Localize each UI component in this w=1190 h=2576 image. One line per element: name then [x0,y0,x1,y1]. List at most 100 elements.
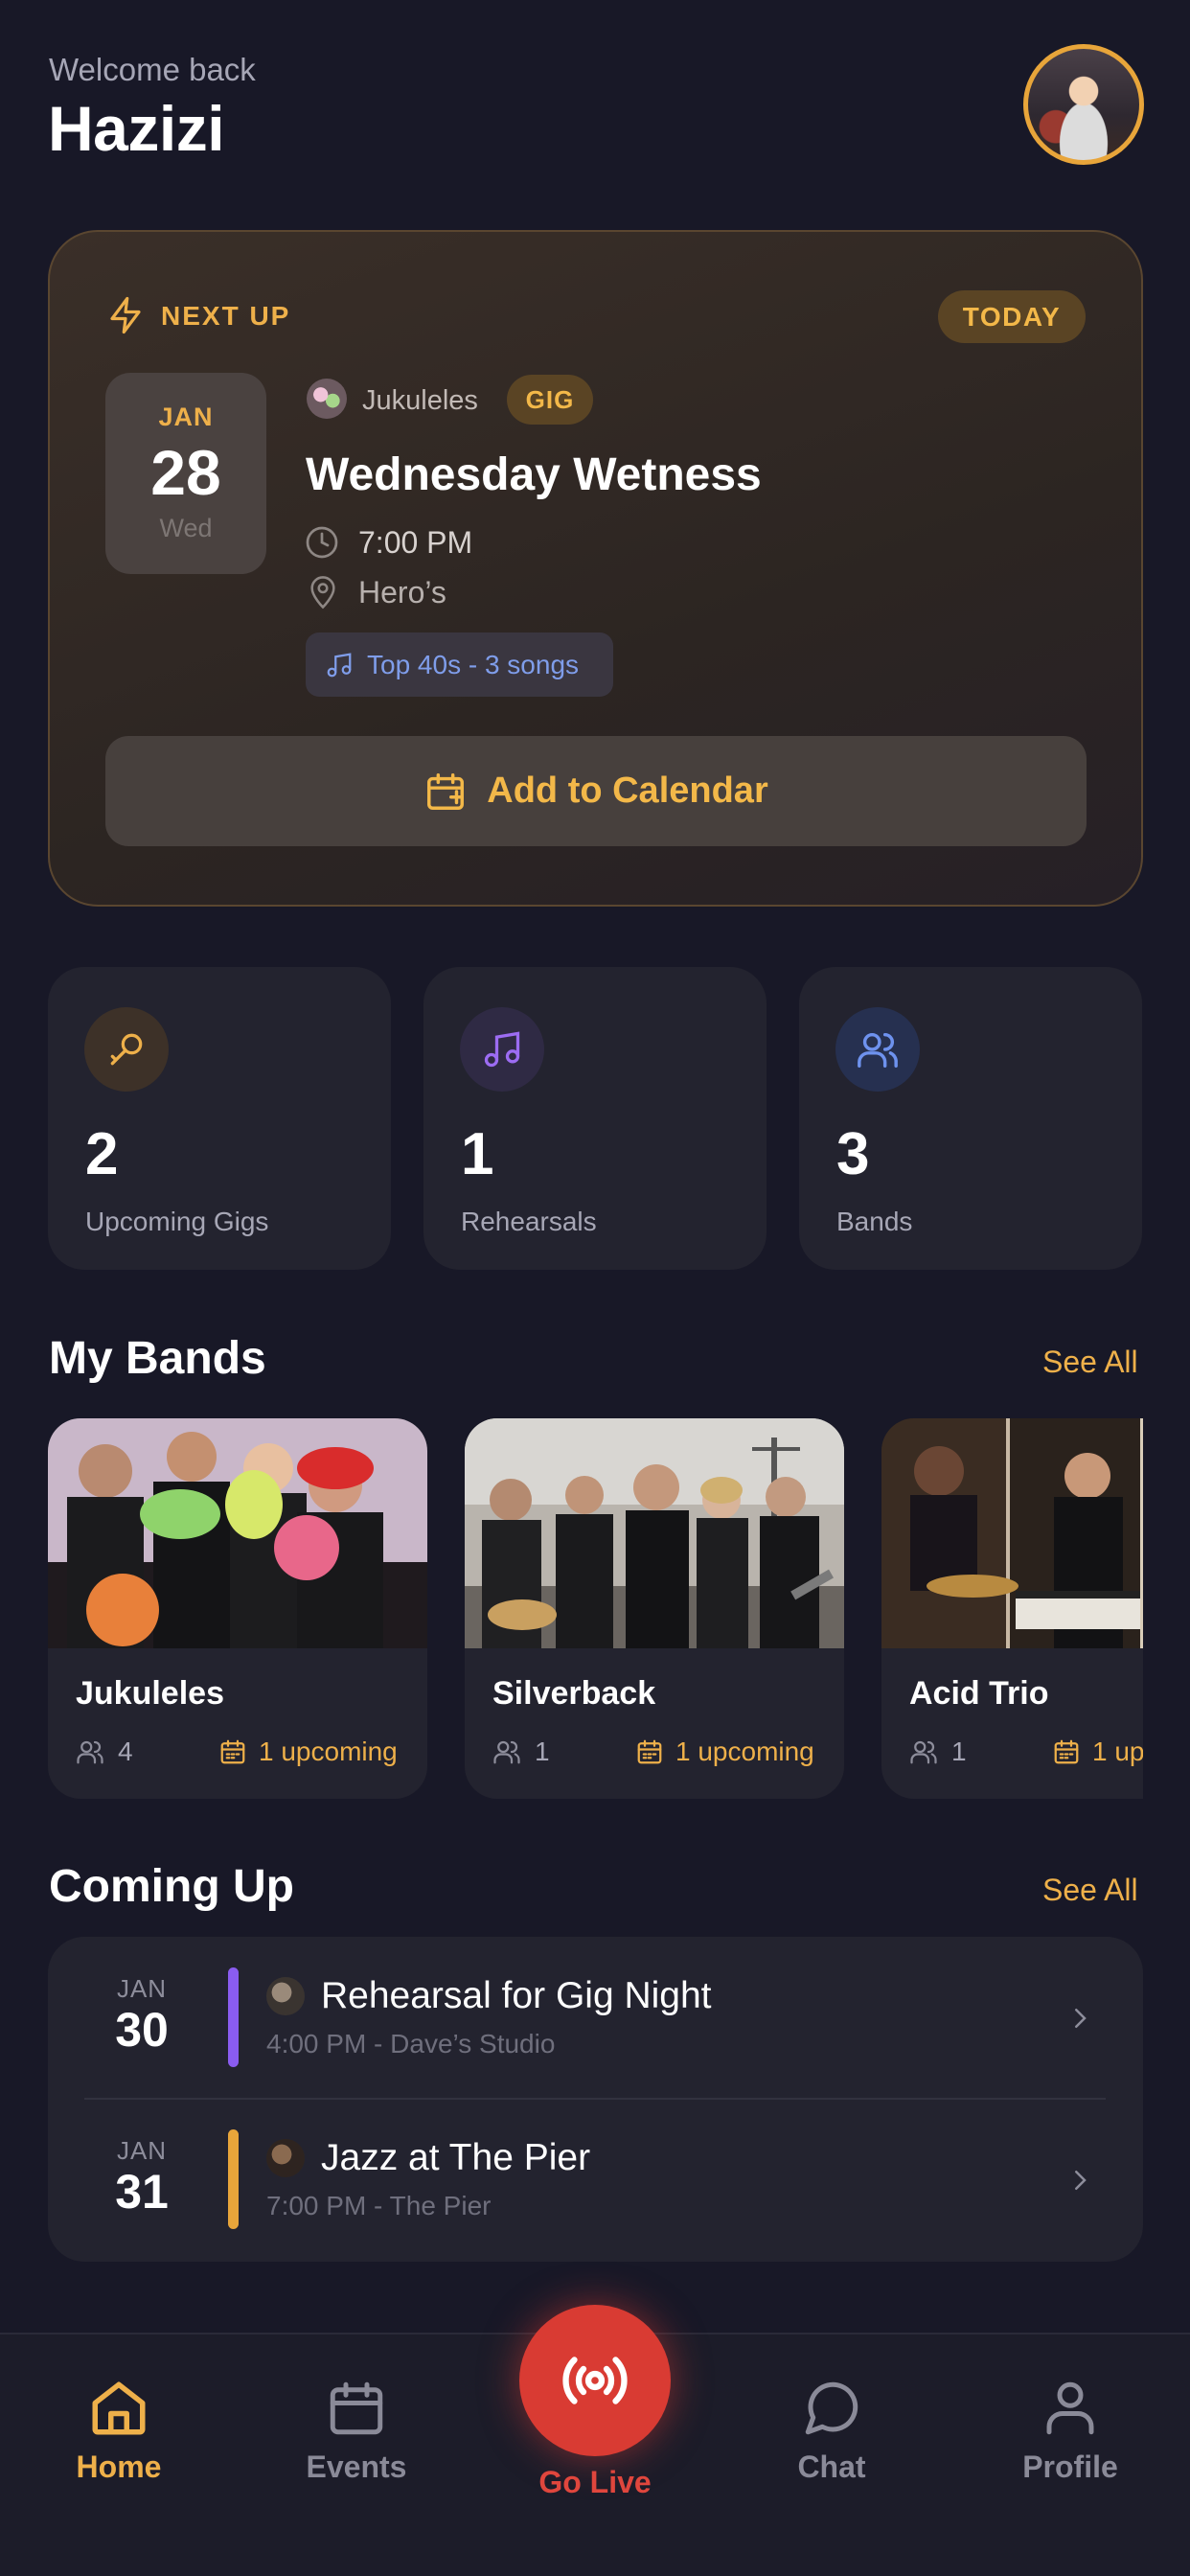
event-date-month: JAN [158,402,214,431]
stat-bands[interactable]: 3 Bands [799,967,1142,1270]
nav-chat-label: Chat [797,2450,866,2484]
users-icon [858,1032,898,1068]
add-to-calendar-button[interactable]: Add to Calendar [105,736,1087,846]
calendar-icon [220,1739,245,1764]
nav-profile[interactable]: Profile [994,2377,1147,2485]
location-pin-icon [310,576,335,610]
event-date-weekday: Wed [159,514,213,542]
band-members: 4 [76,1736,133,1767]
band-name: Acid Trio [909,1675,1049,1712]
event-type-bar [228,1967,239,2067]
mic-icon [110,1033,143,1066]
calendar-plus-icon [427,772,465,810]
band-upcoming-count: 1 upcoming [675,1736,814,1766]
setlist-chip[interactable]: Top 40s - 3 songs [306,632,613,697]
chevron-right-icon [1075,2171,1087,2190]
coming-up-see-all-link[interactable]: See All [1042,1873,1138,1908]
go-live-button[interactable] [519,2305,671,2456]
nav-events[interactable]: Events [280,2377,433,2485]
music-note-icon [327,652,352,677]
coming-up-item[interactable]: JAN 31 Jazz at The Pier 7:00 PM - The Pi… [48,2100,1143,2263]
event-date-day: 28 [150,437,221,508]
calendar-icon [637,1739,662,1764]
stat-upcoming-gigs[interactable]: 2 Upcoming Gigs [48,967,391,1270]
coming-up-item[interactable]: JAN 30 Rehearsal for Gig Night 4:00 PM -… [48,1937,1143,2100]
event-time: 7:00 PM [358,525,473,560]
event-band-avatar [266,1977,305,2015]
my-bands-see-all-link[interactable]: See All [1042,1345,1138,1380]
coming-up-title: Rehearsal for Gig Night [321,1975,712,2016]
band-member-count: 1 [535,1736,550,1766]
band-member-count: 1 [951,1736,967,1766]
event-venue: Hero’s [358,575,446,610]
nav-events-label: Events [306,2450,407,2484]
nav-home-label: Home [76,2450,162,2484]
coming-up-subtitle: 4:00 PM - Dave’s Studio [266,2029,556,2058]
bands-carousel[interactable]: Jukuleles 4 1 upcoming Silverback 1 1 up… [48,1418,1143,1799]
band-member-count: 4 [118,1736,133,1766]
person-icon [1046,2381,1094,2435]
chevron-right-icon [1075,2009,1087,2028]
lightning-icon [110,296,141,334]
stat-value: 3 [836,1121,870,1187]
chat-bubble-icon [805,2381,858,2435]
band-name: Jukuleles [76,1675,224,1712]
band-upcoming: 1 upcoming [218,1736,398,1767]
welcome-text: Welcome back [49,52,256,87]
event-title: Wednesday Wetness [306,449,762,500]
event-type-bar [228,2129,239,2229]
stat-value: 2 [85,1121,119,1187]
nav-chat[interactable]: Chat [755,2377,908,2485]
band-avatar [307,379,347,419]
coming-up-subtitle: 7:00 PM - The Pier [266,2191,492,2220]
band-card-silverback[interactable]: Silverback 1 1 upcoming [465,1418,844,1799]
band-name: Silverback [492,1675,656,1712]
coming-up-month: JAN [116,1974,168,2003]
band-card-acid-trio[interactable]: Acid Trio 1 1 upcoming [881,1418,1143,1799]
event-band-avatar [266,2139,305,2177]
users-icon [77,1740,103,1764]
band-photo [48,1418,427,1648]
setlist-label: Top 40s - 3 songs [367,649,580,679]
coming-up-day: 30 [115,2003,169,2057]
add-to-calendar-label: Add to Calendar [487,770,768,811]
profile-avatar[interactable] [1023,44,1144,165]
coming-up-month: JAN [116,2136,168,2165]
band-photo [465,1418,844,1648]
calendar-icon [1054,1739,1079,1764]
nav-home[interactable]: Home [42,2377,195,2485]
nav-profile-label: Profile [1022,2450,1118,2484]
stat-icon-wrap [835,1007,920,1092]
band-upcoming-count: 1 upcoming [259,1736,398,1766]
stat-label: Bands [836,1207,913,1236]
band-card-jukuleles[interactable]: Jukuleles 4 1 upcoming [48,1418,427,1799]
stat-icon-wrap [460,1007,544,1092]
broadcast-icon [562,2357,628,2404]
home-icon [92,2381,146,2435]
go-live-label: Go Live [538,2465,652,2499]
stat-icon-wrap [84,1007,169,1092]
stat-rehearsals[interactable]: 1 Rehearsals [423,967,767,1270]
calendar-icon [330,2381,383,2435]
band-members: 1 [909,1736,967,1767]
event-band-name: Jukuleles [362,385,478,416]
my-bands-heading: My Bands [49,1333,266,1384]
users-icon [910,1740,937,1764]
coming-up-heading: Coming Up [49,1861,294,1912]
music-note-icon [484,1031,520,1068]
gig-badge: GIG [507,375,593,425]
band-upcoming: 1 upcoming [635,1736,814,1767]
band-photo [881,1418,1143,1648]
next-up-label: NEXT UP [161,301,291,331]
username-heading: Hazizi [48,93,225,164]
stat-label: Upcoming Gigs [85,1207,269,1236]
clock-icon [306,526,338,559]
stat-value: 1 [461,1121,494,1187]
coming-up-day: 31 [115,2165,169,2219]
stat-label: Rehearsals [461,1207,597,1236]
today-badge: TODAY [938,290,1086,343]
band-members: 1 [492,1736,550,1767]
users-icon [493,1740,520,1764]
band-upcoming-count: 1 upcoming [1092,1736,1143,1766]
coming-up-list: JAN 30 Rehearsal for Gig Night 4:00 PM -… [48,1937,1143,2262]
